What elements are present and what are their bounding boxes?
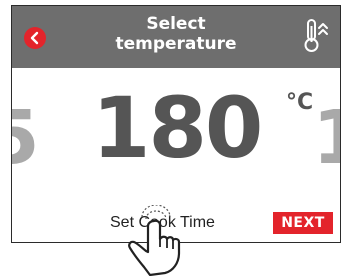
title-line-2: temperature xyxy=(115,34,237,54)
previous-temperature[interactable]: 5 xyxy=(12,98,40,178)
title-line-1: Select xyxy=(146,14,206,34)
temperature-unit: °C xyxy=(286,90,314,115)
temperature-scroller[interactable]: 5 180 °C 1 xyxy=(12,68,340,188)
thermometer-up-icon[interactable] xyxy=(304,18,330,54)
next-temperature[interactable]: 1 xyxy=(313,98,341,178)
back-button[interactable] xyxy=(24,27,46,49)
page-title: Select temperature xyxy=(72,14,280,54)
tap-hand-icon xyxy=(128,205,181,276)
next-button[interactable]: NEXT xyxy=(273,212,333,234)
header-bar: Select temperature xyxy=(12,6,340,68)
back-arrow-icon xyxy=(30,31,39,45)
current-temperature: 180 xyxy=(92,79,263,177)
